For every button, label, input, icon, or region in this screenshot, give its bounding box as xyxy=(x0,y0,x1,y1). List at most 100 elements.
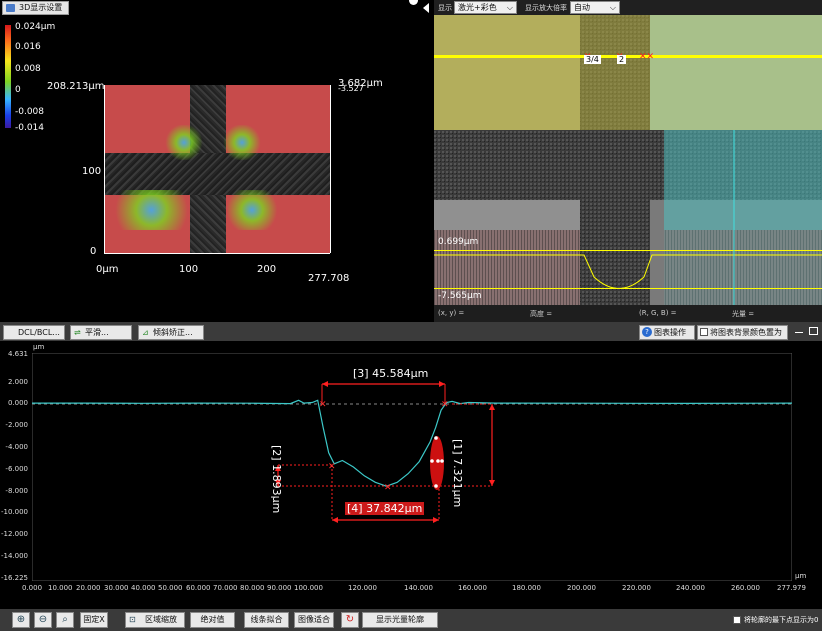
x-tick: 70.000 xyxy=(213,584,238,592)
profile-panel: µm µm 4.631 2.000 0.000 -2.000 -4.000 -6… xyxy=(0,341,822,609)
camera-toolbar: 显示 激光+彩色 ⌵ 显示放大倍率 自动 ⌵ xyxy=(434,0,822,15)
y-tick: -4.000 xyxy=(5,443,28,451)
colorbar-label: 0 xyxy=(15,85,21,95)
area-zoom-button[interactable]: ⊡ 区域缩放 xyxy=(125,612,185,628)
status-intensity: 光量 = xyxy=(732,310,755,318)
zoom-out-icon[interactable]: ⊖ xyxy=(34,612,52,628)
lower-height-label: -7.565µm xyxy=(438,291,482,301)
bg-white-toggle[interactable]: 将图表背景颜色置为白色 xyxy=(697,325,788,350)
chart-ops-button[interactable]: ? 图表操作 xyxy=(639,325,695,340)
panel-camera: 显示 激光+彩色 ⌵ 显示放大倍率 自动 ⌵ ✕✕ 3/4 2 0.699µm … xyxy=(434,0,822,322)
zoom-value: 自动 xyxy=(574,3,590,12)
colorbar-label: 0.016 xyxy=(15,42,41,52)
y-unit: µm xyxy=(33,343,45,351)
refresh-icon[interactable]: ↻ xyxy=(341,612,359,628)
area-zoom-label: 区域缩放 xyxy=(145,615,177,624)
tab-smoothing[interactable]: ⇌ 平滑... xyxy=(70,325,132,340)
3d-surface-image[interactable] xyxy=(104,85,330,253)
zoom-select[interactable]: 自动 ⌵ xyxy=(570,1,620,14)
line-fit-label: 线条拟合 xyxy=(250,615,283,624)
fix-x-button[interactable]: 固定X xyxy=(80,612,108,628)
x-end-value: 277.708 xyxy=(308,273,350,284)
top-left-value: 208.213µm xyxy=(47,81,105,92)
3d-settings-label: 3D显示设置 xyxy=(19,3,63,12)
tab-tilt-correction[interactable]: ⊿ 倾斜矫正... xyxy=(138,325,204,340)
horizontal-trench xyxy=(104,153,330,195)
image-fit-button[interactable]: 图像适合 xyxy=(294,612,334,628)
camera-status-bar: (x, y) = 高度 = (R, G, B) = 光量 = xyxy=(434,305,822,322)
edge-highlight xyxy=(164,125,204,160)
cross-marker: ✕ xyxy=(441,400,449,410)
x-unit: µm xyxy=(795,572,807,580)
profile-tabs: DCL/BCL... ⇌ 平滑... ⊿ 倾斜矫正... ? 图表操作 将图表背… xyxy=(0,322,822,350)
3d-icon xyxy=(6,4,15,12)
x-tick: 180.000 xyxy=(512,584,541,592)
arrow-head xyxy=(489,480,495,486)
arrow-head xyxy=(439,381,445,387)
show-zero-label: 将轮廓的最下点显示为0 xyxy=(744,616,819,624)
arrow-head xyxy=(332,517,338,523)
display-mode-value: 激光+彩色 xyxy=(458,3,497,12)
x-tick: 100.000 xyxy=(294,584,323,592)
abs-value-button[interactable]: 绝对值 xyxy=(190,612,235,628)
x-tick: 260.000 xyxy=(731,584,760,592)
x-tick: 30.000 xyxy=(104,584,129,592)
edge-highlight xyxy=(222,125,262,160)
x-tick-row: 0.000 10.000 20.000 30.000 40.000 50.000… xyxy=(0,584,822,596)
x-tick: 10.000 xyxy=(48,584,73,592)
tab-dcl-bcl[interactable]: DCL/BCL... xyxy=(3,325,65,340)
cross-marker: ✕ xyxy=(384,483,392,493)
handle-point[interactable] xyxy=(440,459,444,463)
y-tick: -12.000 xyxy=(0,530,28,538)
status-height: 高度 = xyxy=(530,310,553,318)
area-zoom-icon: ⊡ xyxy=(129,615,136,624)
y-tick: -8.000 xyxy=(5,487,28,495)
status-xy: (x, y) = xyxy=(438,309,465,317)
measure-4-label: [4] 37.842µm xyxy=(345,502,425,515)
x-tick: 240.000 xyxy=(676,584,705,592)
checkbox[interactable] xyxy=(700,328,708,336)
3d-settings-button[interactable]: 3D显示设置 xyxy=(2,1,70,15)
svg-text:✕✕: ✕✕ xyxy=(639,52,654,62)
app-window: 3D显示设置 0.024µm 0.016 0.008 0 -0.008 -0.0… xyxy=(0,0,822,631)
splitter-handle[interactable] xyxy=(409,0,418,5)
show-profile-button[interactable]: 显示光量轮廓 xyxy=(362,612,438,628)
x-tick: 80.000 xyxy=(240,584,265,592)
zoom-in-icon[interactable]: ⊕ xyxy=(12,612,30,628)
chevron-down-icon: ⌵ xyxy=(506,3,513,12)
x-tick: 90.000 xyxy=(267,584,292,592)
x-tick: 220.000 xyxy=(622,584,651,592)
cross-marker: ✕ xyxy=(328,462,336,472)
y-tick: -14.000 xyxy=(0,552,28,560)
chart-ops-label: 图表操作 xyxy=(654,328,686,337)
handle-point[interactable] xyxy=(430,459,434,463)
maximize-icon[interactable] xyxy=(809,327,818,335)
chevron-down-icon: ⌵ xyxy=(609,3,616,12)
handle-point[interactable] xyxy=(434,436,438,440)
profile-plot[interactable]: ✕ ✕ ✕ ✕ xyxy=(32,353,792,581)
y-tick: -6.000 xyxy=(5,465,28,473)
tab-label: 倾斜矫正... xyxy=(153,328,193,337)
collapse-arrow-icon[interactable] xyxy=(423,3,429,13)
y-tick: -16.225 xyxy=(0,574,28,582)
y-tick: 0.000 xyxy=(7,399,28,407)
zoom-search-icon[interactable]: ⌕ xyxy=(56,612,74,628)
x-axis xyxy=(104,253,330,254)
x-tick: 0.000 xyxy=(22,584,43,592)
tilt-icon: ⊿ xyxy=(142,328,149,337)
zoom-label: 显示放大倍率 xyxy=(525,4,567,12)
handle-point[interactable] xyxy=(436,459,440,463)
x-tick: 200.000 xyxy=(567,584,596,592)
selection-handle[interactable] xyxy=(430,436,444,490)
fix-x-label: 固定X xyxy=(83,615,105,624)
colorbar xyxy=(5,25,11,128)
handle-point[interactable] xyxy=(434,484,438,488)
minimize-icon[interactable] xyxy=(795,332,803,333)
tab-label: 平滑... xyxy=(85,328,109,337)
line-fit-button[interactable]: 线条拟合 xyxy=(244,612,289,628)
display-mode-select[interactable]: 激光+彩色 ⌵ xyxy=(454,1,517,14)
x-tick: 160.000 xyxy=(458,584,487,592)
help-icon: ? xyxy=(642,327,652,337)
camera-image[interactable]: ✕ ✕ ✕✕ 3/4 2 0.699µm -7.565µm xyxy=(434,15,822,305)
show-zero-checkbox[interactable] xyxy=(733,616,741,624)
